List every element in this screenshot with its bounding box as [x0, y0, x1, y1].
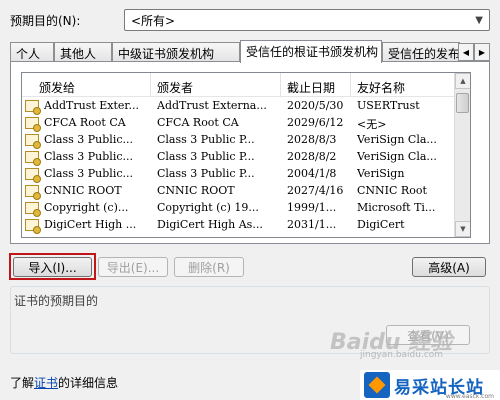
intended-purposes-label: 证书的预期目的	[14, 294, 99, 308]
cell-expiration: 2029/6/12	[287, 116, 344, 129]
purpose-select[interactable]: <所有> ▼	[124, 9, 490, 31]
cell-friendly-name: VeriSign Cla...	[357, 133, 437, 146]
cell-expiration: 1999/1...	[287, 201, 337, 214]
certificate-icon	[25, 134, 41, 149]
cell-friendly-name: <无>	[357, 118, 387, 131]
list-header: 颁发给 颁发者 截止日期 友好名称	[22, 73, 455, 97]
scroll-down-icon[interactable]: ▼	[455, 221, 470, 237]
cell-issued-by: DigiCert High As...	[157, 218, 263, 231]
cell-friendly-name: CNNIC Root	[357, 184, 427, 197]
import-highlight-box	[9, 253, 96, 280]
delete-button[interactable]: 删除(R)	[174, 257, 244, 277]
cell-issued-to: CFCA Root CA	[44, 116, 126, 129]
cell-issued-to: Copyright (c)...	[44, 201, 129, 214]
site-logo-icon	[364, 372, 390, 398]
column-expiration[interactable]: 截止日期	[287, 79, 335, 96]
cell-issued-by: Class 3 Public P...	[157, 167, 255, 180]
cell-expiration: 2020/5/30	[287, 99, 344, 112]
tab-scroll-left-icon[interactable]: ◀	[458, 43, 474, 61]
cell-issued-by: CFCA Root CA	[157, 116, 239, 129]
cell-friendly-name: Microsoft Ti...	[357, 201, 436, 214]
tab-panel: 颁发给 颁发者 截止日期 友好名称 AddTrust Exter... AddT…	[10, 61, 490, 244]
scroll-thumb[interactable]	[456, 93, 469, 113]
tab-intermediate-ca[interactable]: 中级证书颁发机构	[112, 42, 240, 62]
certificate-icon	[25, 168, 41, 183]
vertical-scrollbar[interactable]: ▲ ▼	[454, 73, 470, 237]
watermark-url: jingyan.baidu.com	[360, 350, 444, 360]
learn-more-link[interactable]: 证书	[34, 376, 58, 390]
table-row[interactable]: CNNIC ROOT CNNIC ROOT 2027/4/16 CNNIC Ro…	[22, 183, 455, 200]
cell-expiration: 2028/8/2	[287, 150, 337, 163]
list-body: AddTrust Exter... AddTrust Externa... 20…	[22, 98, 455, 234]
column-friendly-name[interactable]: 友好名称	[357, 79, 405, 96]
certificate-icon	[25, 202, 41, 217]
cell-expiration: 2031/1...	[287, 218, 337, 231]
cell-issued-to: DigiCert High ...	[44, 218, 137, 231]
table-row[interactable]: Class 3 Public... Class 3 Public P... 20…	[22, 149, 455, 166]
cell-issued-to: Class 3 Public...	[44, 167, 133, 180]
tab-personal[interactable]: 个人	[10, 42, 54, 62]
cell-issued-by: Copyright (c) 19...	[157, 201, 259, 214]
cell-friendly-name: VeriSign	[357, 167, 405, 180]
cell-issued-by: Class 3 Public P...	[157, 133, 255, 146]
tab-trusted-publishers[interactable]: 受信任的发布者	[382, 42, 460, 62]
table-row[interactable]: Copyright (c)... Copyright (c) 19... 199…	[22, 200, 455, 217]
tab-strip: 个人 其他人 中级证书颁发机构 受信任的根证书颁发机构 受信任的发布者 ◀ ▶	[10, 40, 490, 63]
tab-scroll-right-icon[interactable]: ▶	[474, 43, 490, 61]
cell-expiration: 2004/1/8	[287, 167, 337, 180]
purpose-select-value: <所有>	[131, 13, 176, 28]
table-row[interactable]: AddTrust Exter... AddTrust Externa... 20…	[22, 98, 455, 115]
cell-issued-to: CNNIC ROOT	[44, 184, 122, 197]
learn-more-suffix: 的详细信息	[58, 376, 119, 390]
purpose-label: 预期目的(N):	[10, 14, 81, 28]
cell-issued-by: Class 3 Public P...	[157, 150, 255, 163]
certificate-icon	[25, 100, 41, 115]
table-row[interactable]: Class 3 Public... Class 3 Public P... 20…	[22, 166, 455, 183]
chevron-down-icon: ▼	[475, 14, 483, 26]
certificate-list[interactable]: 颁发给 颁发者 截止日期 友好名称 AddTrust Exter... AddT…	[21, 72, 471, 238]
learn-more-prefix: 了解	[10, 376, 35, 390]
certificate-icon	[25, 151, 41, 166]
column-issued-to[interactable]: 颁发给	[39, 79, 75, 96]
cell-issued-to: AddTrust Exter...	[44, 99, 139, 112]
cell-friendly-name: VeriSign Cla...	[357, 150, 437, 163]
tab-other-people[interactable]: 其他人	[54, 42, 112, 62]
cell-friendly-name: DigiCert	[357, 218, 405, 231]
table-row[interactable]: Class 3 Public... Class 3 Public P... 20…	[22, 132, 455, 149]
cell-issued-by: AddTrust Externa...	[157, 99, 267, 112]
column-issued-by[interactable]: 颁发者	[157, 79, 193, 96]
cell-expiration: 2028/8/3	[287, 133, 337, 146]
certificate-icon	[25, 219, 41, 234]
export-button[interactable]: 导出(E)...	[98, 257, 168, 277]
certificate-icon	[25, 117, 41, 132]
table-row[interactable]: CFCA Root CA CFCA Root CA 2029/6/12 <无>	[22, 115, 455, 132]
tab-trusted-root-ca[interactable]: 受信任的根证书颁发机构	[240, 40, 382, 63]
table-row[interactable]: DigiCert High ... DigiCert High As... 20…	[22, 217, 455, 234]
certificate-icon	[25, 185, 41, 200]
learn-more-text: 了解证书的详细信息	[10, 374, 118, 391]
cell-issued-to: Class 3 Public...	[44, 150, 133, 163]
cell-issued-to: Class 3 Public...	[44, 133, 133, 146]
scroll-up-icon[interactable]: ▲	[455, 73, 470, 89]
cell-friendly-name: USERTrust	[357, 99, 420, 112]
tab-scroll-buttons: ◀ ▶	[458, 43, 490, 61]
site-logo-sub: www.easck.com	[445, 393, 494, 400]
cell-issued-by: CNNIC ROOT	[157, 184, 235, 197]
advanced-button[interactable]: 高级(A)	[412, 257, 486, 277]
site-logo: 易采站长站 www.easck.com	[360, 370, 500, 400]
cell-expiration: 2027/4/16	[287, 184, 344, 197]
